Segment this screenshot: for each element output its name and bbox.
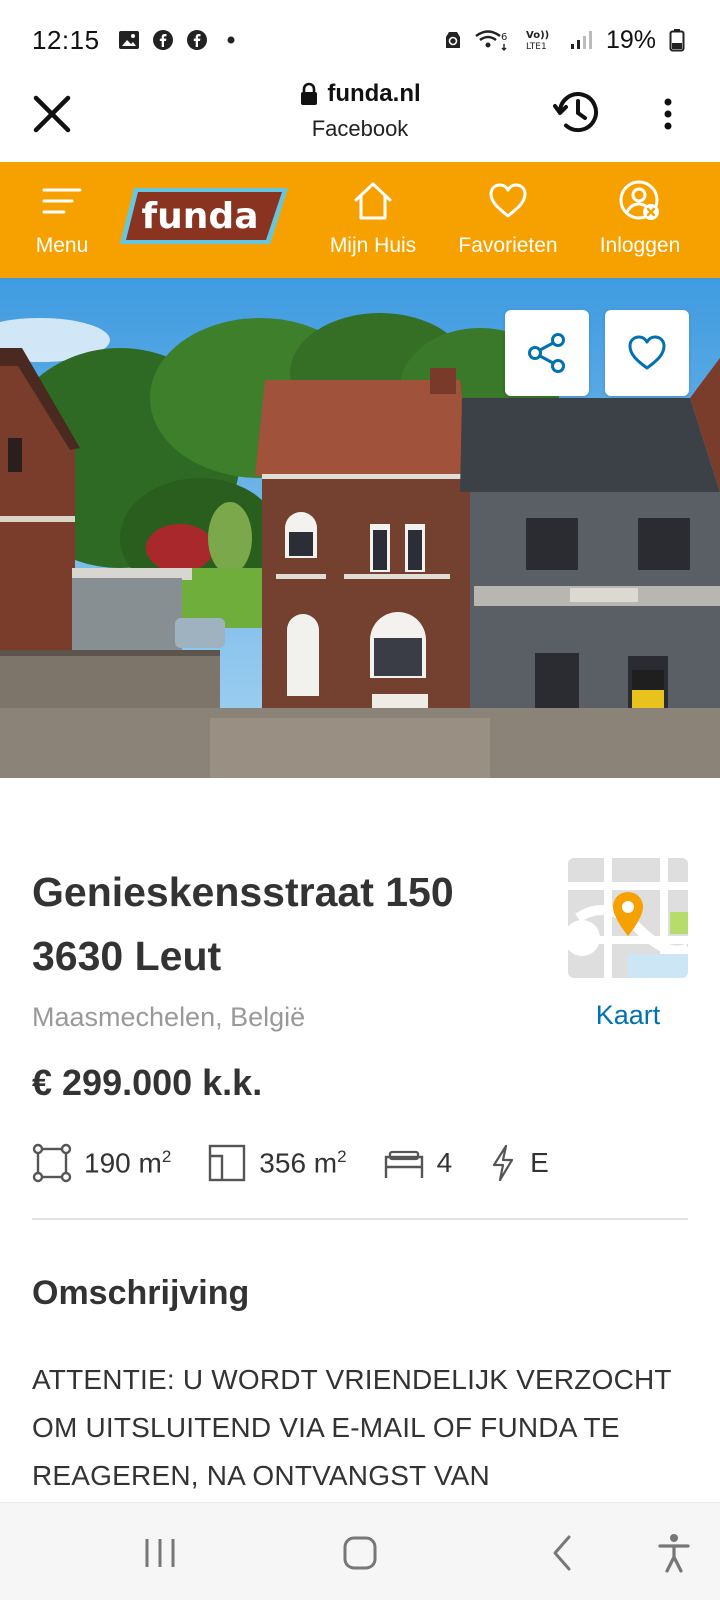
url-display[interactable]: funda.nl Facebook — [200, 80, 520, 142]
living-area-exponent: 2 — [161, 1146, 172, 1166]
favorites-label: Favorieten — [458, 234, 558, 257]
lock-icon — [301, 82, 318, 105]
battery-level: 19% — [605, 25, 656, 54]
svg-text:LTE1: LTE1 — [526, 42, 547, 52]
description-text: ATTENTIE: U WORDT VRIENDELIJK VERZOCHT O… — [32, 1364, 672, 1491]
home-icon[interactable] — [338, 1531, 382, 1575]
dot-icon — [220, 29, 242, 51]
accessibility-icon[interactable] — [652, 1531, 696, 1575]
browser-toolbar: funda.nl Facebook — [0, 80, 720, 162]
my-house-button[interactable]: Mijn Huis — [318, 176, 428, 258]
svg-text:6: 6 — [501, 32, 507, 43]
close-icon[interactable] — [30, 92, 74, 136]
image-icon — [118, 29, 140, 51]
funda-header: Menu funda Mijn Huis Favorieten Inloggen — [0, 162, 720, 278]
status-time: 12:15 — [32, 24, 100, 55]
plot-area-icon — [209, 1144, 246, 1182]
login-label: Inloggen — [599, 234, 681, 257]
energy-icon — [493, 1144, 514, 1182]
logo-text: funda — [142, 196, 259, 237]
user-icon — [590, 176, 690, 226]
heart-icon — [628, 335, 666, 370]
volte-icon: Vo)) LTE1 — [524, 29, 560, 52]
login-button[interactable]: Inloggen — [590, 176, 690, 258]
wifi6-icon: 6 — [474, 29, 514, 51]
menu-button[interactable]: Menu — [28, 176, 96, 258]
history-icon[interactable] — [552, 86, 604, 138]
svg-text:Vo)): Vo)) — [526, 30, 549, 41]
divider — [32, 1218, 688, 1220]
plot-area-value: 356 m2 — [259, 1147, 346, 1179]
living-area-icon — [32, 1143, 72, 1183]
plot-area-text: 356 m — [259, 1147, 338, 1179]
listing-price: € 299.000 k.k. — [32, 1062, 263, 1103]
back-icon[interactable] — [540, 1531, 584, 1575]
recycle-icon — [442, 29, 464, 51]
listing-header: Genieskensstraat 150 3630 Leut Maasmeche… — [32, 860, 532, 1033]
living-area-feature: 190 m2 — [32, 1143, 171, 1183]
living-area-value: 190 m2 — [84, 1147, 171, 1179]
url-source: Facebook — [311, 116, 409, 141]
features-row: 190 m2 356 m2 4 E — [32, 1138, 585, 1188]
share-button[interactable] — [505, 310, 589, 396]
address-postal-city: 3630 Leut — [32, 933, 222, 979]
battery-icon — [666, 29, 688, 52]
description-heading: Omschrijving — [32, 1274, 250, 1312]
map-image — [568, 858, 688, 978]
favorite-button[interactable] — [605, 310, 689, 396]
my-house-label: Mijn Huis — [329, 234, 417, 257]
url-domain: funda.nl — [327, 80, 421, 107]
energy-feature: E — [488, 1143, 549, 1183]
map-link[interactable]: Kaart — [560, 1000, 696, 1031]
system-navigation-bar — [0, 1502, 720, 1600]
plot-area-exponent: 2 — [337, 1146, 347, 1166]
facebook-icon — [186, 29, 208, 51]
plot-area-feature: 356 m2 — [207, 1143, 347, 1183]
energy-label-value: E — [530, 1147, 549, 1178]
share-icon — [528, 333, 565, 373]
living-area-text: 190 m — [84, 1147, 162, 1179]
recent-apps-icon[interactable] — [138, 1531, 182, 1575]
rooms-feature: 4 — [383, 1145, 453, 1181]
address-region: Maasmechelen, België — [32, 1002, 306, 1032]
house-icon — [318, 176, 428, 226]
signal-icon — [570, 29, 596, 51]
address-street: Genieskensstraat 150 — [32, 869, 454, 915]
listing-photo[interactable] — [0, 278, 720, 778]
facebook-icon — [152, 29, 174, 51]
heart-icon — [448, 176, 568, 226]
map-thumbnail[interactable] — [568, 858, 688, 978]
status-bar: 12:15 6 Vo)) LTE1 19% — [0, 0, 720, 80]
menu-label: Menu — [35, 234, 89, 257]
more-vertical-icon[interactable] — [650, 94, 686, 134]
rooms-value: 4 — [436, 1147, 453, 1178]
bed-icon — [384, 1150, 423, 1178]
funda-logo[interactable]: funda — [120, 184, 290, 248]
favorites-button[interactable]: Favorieten — [448, 176, 568, 258]
hamburger-icon — [28, 176, 96, 226]
